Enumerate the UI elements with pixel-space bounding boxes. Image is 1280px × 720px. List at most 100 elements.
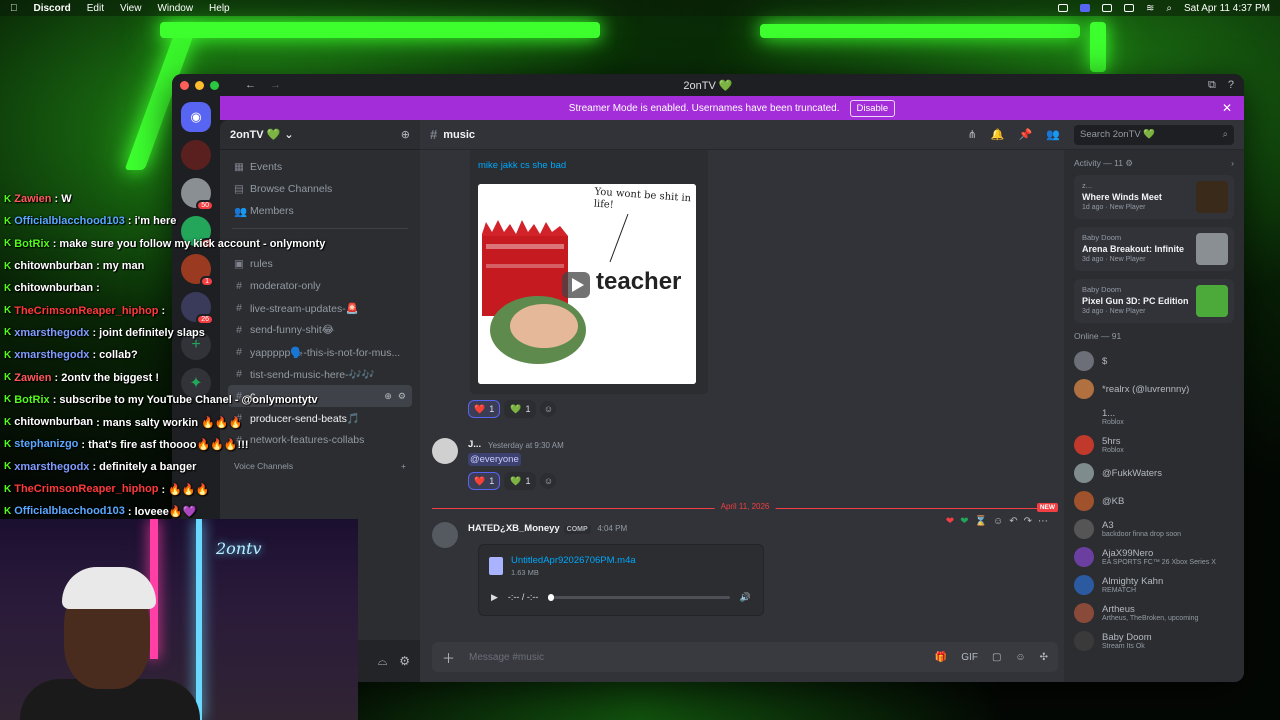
search-input[interactable]: Search 2onTV 💚 ⌕ bbox=[1074, 124, 1234, 145]
reaction-heart[interactable]: ❤️ 1 bbox=[468, 472, 501, 490]
activity-header[interactable]: Activity — 11 ⚙ › bbox=[1074, 158, 1234, 169]
member-row[interactable]: @KB bbox=[1074, 487, 1234, 515]
gear-icon[interactable]: ⚙ bbox=[399, 654, 410, 668]
kick-icon: K bbox=[4, 215, 12, 227]
zoom-window-button[interactable] bbox=[210, 80, 219, 90]
chevron-right-icon[interactable]: › bbox=[1231, 158, 1234, 169]
search-icon[interactable]: ⌕ bbox=[1166, 3, 1172, 14]
help-icon[interactable]: ? bbox=[1228, 79, 1234, 92]
member-row[interactable]: 1... Roblox bbox=[1074, 403, 1234, 431]
message-author[interactable]: J... bbox=[468, 439, 481, 450]
member-status: REMATCH bbox=[1102, 587, 1137, 594]
member-row[interactable]: AjaX99Nero EA SPORTS FC™ 26 Xbox Series X bbox=[1074, 543, 1234, 571]
chat-message: K TheCrimsonReaper_hiphop: 🔥🔥🔥 bbox=[4, 478, 404, 500]
mac-menubar:  Discord Edit View Window Help ≋ ⌕ Sat … bbox=[0, 0, 1280, 16]
add-reaction-icon[interactable]: ☺ bbox=[540, 401, 557, 417]
wifi-icon[interactable]: ≋ bbox=[1146, 3, 1154, 14]
minimize-window-button[interactable] bbox=[195, 80, 204, 90]
activity-card[interactable]: Baby Doom Pixel Gun 3D: PC Edition 3d ag… bbox=[1074, 279, 1234, 323]
neon-light bbox=[196, 519, 202, 720]
add-reaction-icon[interactable]: ☺ bbox=[993, 516, 1003, 527]
heart-reaction-icon[interactable]: ❤ bbox=[946, 516, 954, 527]
member-row[interactable]: $ bbox=[1074, 347, 1234, 375]
add-reaction-icon[interactable]: ☺ bbox=[540, 473, 557, 489]
message-author[interactable]: HATED¿XB_Moneyy COMP 4:04 PM bbox=[468, 523, 627, 534]
video-embed[interactable]: You wont be shit in life! teacher bbox=[478, 184, 696, 384]
green-heart-reaction-icon[interactable]: ❤ bbox=[960, 516, 968, 527]
status-icon[interactable] bbox=[1102, 4, 1113, 12]
kick-icon: K bbox=[4, 282, 12, 294]
close-icon[interactable]: ✕ bbox=[1222, 101, 1232, 115]
invite-icon[interactable]: ⊕ bbox=[401, 128, 410, 141]
play-icon[interactable]: ▶ bbox=[491, 592, 498, 603]
chat-text: : definitely a banger bbox=[92, 460, 197, 473]
reply-icon[interactable]: ↶ bbox=[1009, 516, 1017, 527]
activity-card[interactable]: Baby Doom Arena Breakout: Infinite 3d ag… bbox=[1074, 227, 1234, 271]
menu-edit[interactable]: Edit bbox=[87, 3, 104, 14]
kick-icon: K bbox=[4, 438, 12, 450]
chat-username: BotRix bbox=[14, 237, 50, 250]
audio-scrubber[interactable] bbox=[548, 593, 730, 601]
volume-icon[interactable]: 🔊 bbox=[740, 592, 751, 603]
menubar-datetime[interactable]: Sat Apr 11 4:37 PM bbox=[1184, 3, 1270, 14]
reaction-heart[interactable]: ❤️ 1 bbox=[468, 400, 501, 418]
back-arrow-icon[interactable]: ← bbox=[245, 79, 256, 91]
sticker-icon[interactable]: ▢ bbox=[992, 652, 1001, 663]
close-window-button[interactable] bbox=[180, 80, 189, 90]
comp-tag: COMP bbox=[563, 525, 591, 534]
member-list-icon[interactable]: 👥 bbox=[1046, 128, 1060, 141]
member-row[interactable]: @FukkWaters bbox=[1074, 459, 1234, 487]
apple-icon[interactable]:  bbox=[10, 3, 18, 14]
titlebar: ← → 2onTV 💚 ⧉ ? bbox=[172, 74, 1244, 96]
avatar[interactable] bbox=[432, 438, 458, 464]
member-row[interactable]: Artheus Artheus, TheBroken, upcoming bbox=[1074, 599, 1234, 627]
status-icon[interactable] bbox=[1058, 4, 1069, 12]
add-attachment-icon[interactable]: ＋ bbox=[442, 648, 455, 667]
discord-home-icon[interactable]: ◉ bbox=[181, 102, 211, 132]
pin-icon[interactable]: 📌 bbox=[1019, 128, 1033, 141]
message-link[interactable]: mike jakk cs she bad bbox=[478, 160, 566, 171]
kick-icon: K bbox=[4, 305, 12, 317]
apps-icon[interactable]: ✣ bbox=[1040, 652, 1048, 663]
menu-window[interactable]: Window bbox=[157, 3, 193, 14]
member-row[interactable]: 5hrs Roblox bbox=[1074, 431, 1234, 459]
forward-icon[interactable]: ↷ bbox=[1024, 516, 1032, 527]
kick-icon: K bbox=[4, 327, 12, 339]
message-composer[interactable]: ＋ Message #music 🎁 GIF ▢ ☺ ✣ bbox=[432, 642, 1058, 672]
reaction-green-heart[interactable]: 💚 1 bbox=[504, 472, 537, 490]
reaction-green-heart[interactable]: 💚 1 bbox=[504, 400, 537, 418]
audio-file-name[interactable]: UntitledApr92026706PM.m4a bbox=[511, 555, 636, 566]
member-row[interactable]: Baby Doom Stream Its Ok bbox=[1074, 627, 1234, 655]
emoji-icon[interactable]: ☺ bbox=[1015, 652, 1025, 663]
menubar-app-name[interactable]: Discord bbox=[34, 3, 71, 14]
avatar[interactable] bbox=[432, 522, 458, 548]
server-icon[interactable] bbox=[181, 140, 211, 170]
hourglass-reaction-icon[interactable]: ⌛ bbox=[975, 516, 987, 527]
gif-icon[interactable]: GIF bbox=[961, 652, 978, 663]
server-header[interactable]: 2onTV 💚 ⌄ ⊕ bbox=[220, 120, 420, 150]
chevron-down-icon: ⌄ bbox=[284, 129, 294, 141]
chat-username: xmarsthegodx bbox=[14, 460, 90, 473]
menu-help[interactable]: Help bbox=[209, 3, 230, 14]
activity-card[interactable]: z... Where Winds Meet 1d ago · New Playe… bbox=[1074, 175, 1234, 219]
disable-streamer-mode-button[interactable]: Disable bbox=[849, 99, 896, 117]
neon-sign: 2ontv bbox=[216, 539, 262, 558]
bell-icon[interactable]: 🔔 bbox=[991, 128, 1005, 141]
member-row[interactable]: A3 backdoor finna drop soon bbox=[1074, 515, 1234, 543]
kick-icon: K bbox=[4, 483, 12, 495]
forward-arrow-icon[interactable]: → bbox=[270, 79, 281, 91]
everyone-mention[interactable]: @everyone bbox=[468, 453, 521, 466]
headphones-icon[interactable]: ⌓ bbox=[378, 654, 388, 669]
threads-icon[interactable]: ⋔ bbox=[968, 128, 977, 141]
chat-username: chitownburban bbox=[14, 282, 94, 295]
screen-record-icon[interactable] bbox=[1080, 4, 1091, 12]
member-row[interactable]: Almighty Kahn REMATCH bbox=[1074, 571, 1234, 599]
more-icon[interactable]: ⋯ bbox=[1038, 516, 1048, 527]
screenshare-icon[interactable]: ⧉ bbox=[1208, 79, 1216, 92]
status-icon[interactable] bbox=[1124, 4, 1135, 12]
menu-view[interactable]: View bbox=[120, 3, 142, 14]
member-row[interactable]: *realrx (@luvrennny) bbox=[1074, 375, 1234, 403]
gift-icon[interactable]: 🎁 bbox=[935, 652, 947, 663]
calendar-icon: ▦ bbox=[234, 161, 244, 173]
sidebar-item-events[interactable]: ▦ Events bbox=[228, 156, 412, 178]
